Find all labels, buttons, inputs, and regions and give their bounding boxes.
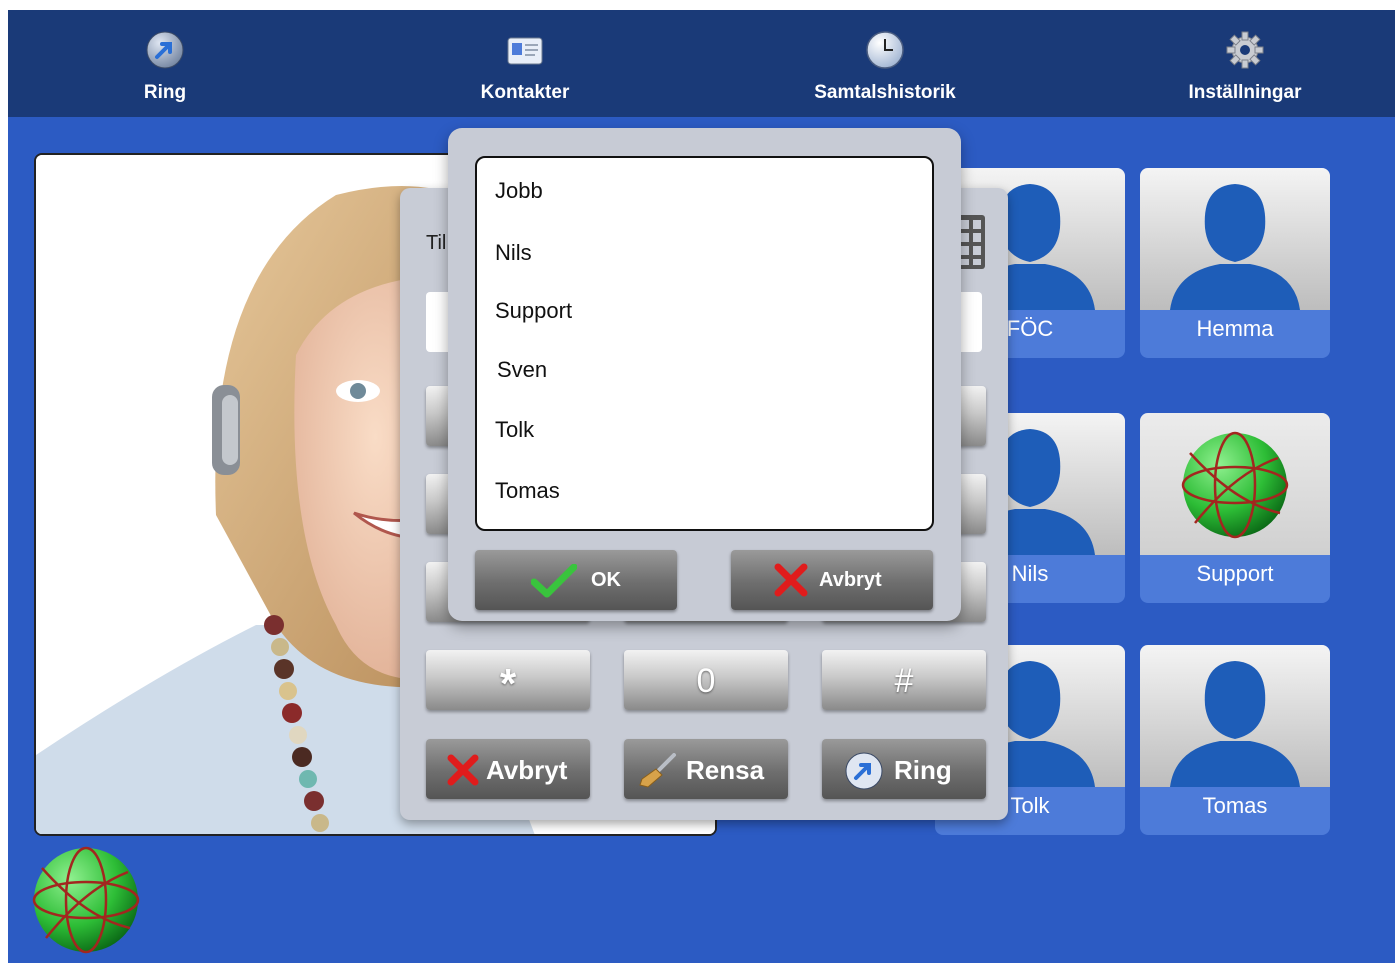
nav-ring[interactable]: Ring xyxy=(65,10,265,117)
picker-ok-label: OK xyxy=(591,569,621,591)
picker-cancel-label: Avbryt xyxy=(819,569,882,591)
picker-item-jobb[interactable]: Jobb xyxy=(495,178,543,204)
clock-icon xyxy=(866,31,904,69)
globe-logo-icon[interactable] xyxy=(32,846,140,954)
contacts-card-icon xyxy=(507,37,543,65)
picker-item-sven[interactable]: Sven xyxy=(497,357,547,383)
app-window: Ring Kontakter Samtalshistorik Inställni… xyxy=(8,10,1395,963)
nav-installningar-label: Inställningar xyxy=(1188,82,1302,103)
dial-key-0[interactable]: 0 xyxy=(624,650,788,710)
picker-item-nils[interactable]: Nils xyxy=(495,240,532,266)
picker-item-tolk[interactable]: Tolk xyxy=(495,417,534,443)
dialpad-title: Til xyxy=(426,232,447,254)
person-silhouette-icon xyxy=(1170,184,1300,310)
picker-item-support[interactable]: Support xyxy=(495,298,572,324)
dialpad-call-button[interactable]: Ring xyxy=(822,739,986,799)
contact-tile-support[interactable]: Support xyxy=(1140,413,1330,603)
dialpad-clear-button[interactable]: Rensa xyxy=(624,739,788,799)
picker-item-tomas[interactable]: Tomas xyxy=(495,478,560,504)
person-silhouette-icon xyxy=(1170,661,1300,787)
dial-key-star-label: * xyxy=(499,660,517,707)
contact-tile-hemma[interactable]: Hemma xyxy=(1140,168,1330,358)
contact-picker-list[interactable]: Jobb Nils Support Sven Tolk Tomas xyxy=(475,156,934,531)
nav-kontakter-label: Kontakter xyxy=(480,82,570,103)
dial-key-0-label: 0 xyxy=(696,662,716,700)
contact-name: Tomas xyxy=(1202,793,1268,818)
call-arrow-icon xyxy=(146,31,184,69)
checkmark-icon xyxy=(531,564,577,598)
dial-key-star[interactable]: * xyxy=(426,650,590,710)
nav-samtalshistorik-label: Samtalshistorik xyxy=(814,82,956,103)
contact-tile-tomas[interactable]: Tomas xyxy=(1140,645,1330,835)
contact-photo xyxy=(1140,645,1330,787)
picker-cancel-button[interactable]: Avbryt xyxy=(731,550,933,610)
contact-name: Support xyxy=(1196,561,1274,586)
contact-photo xyxy=(1140,413,1330,555)
globe-icon xyxy=(1181,431,1289,539)
nav-installningar[interactable]: Inställningar xyxy=(1145,10,1345,117)
dial-key-hash[interactable]: # xyxy=(822,650,986,710)
contact-name: Hemma xyxy=(1196,316,1274,341)
dialpad-call-label: Ring xyxy=(894,755,952,785)
gear-icon xyxy=(1226,31,1264,69)
contact-picker-modal: Jobb Nils Support Sven Tolk Tomas OK Avb… xyxy=(448,128,961,621)
close-x-icon xyxy=(447,754,479,786)
nav-ring-label: Ring xyxy=(143,82,187,103)
contact-photo xyxy=(1140,168,1330,310)
dialpad-cancel-label: Avbryt xyxy=(486,755,568,785)
dial-key-hash-label: # xyxy=(894,662,914,700)
call-arrow-icon xyxy=(845,752,883,790)
dialpad-cancel-button[interactable]: Avbryt xyxy=(426,739,590,799)
broom-icon xyxy=(639,753,676,788)
nav-samtalshistorik[interactable]: Samtalshistorik xyxy=(785,10,985,117)
top-navigation: Ring Kontakter Samtalshistorik Inställni… xyxy=(8,10,1395,117)
close-x-icon xyxy=(774,563,808,597)
nav-kontakter[interactable]: Kontakter xyxy=(425,10,625,117)
picker-ok-button[interactable]: OK xyxy=(475,550,677,610)
dialpad-clear-label: Rensa xyxy=(686,755,765,785)
